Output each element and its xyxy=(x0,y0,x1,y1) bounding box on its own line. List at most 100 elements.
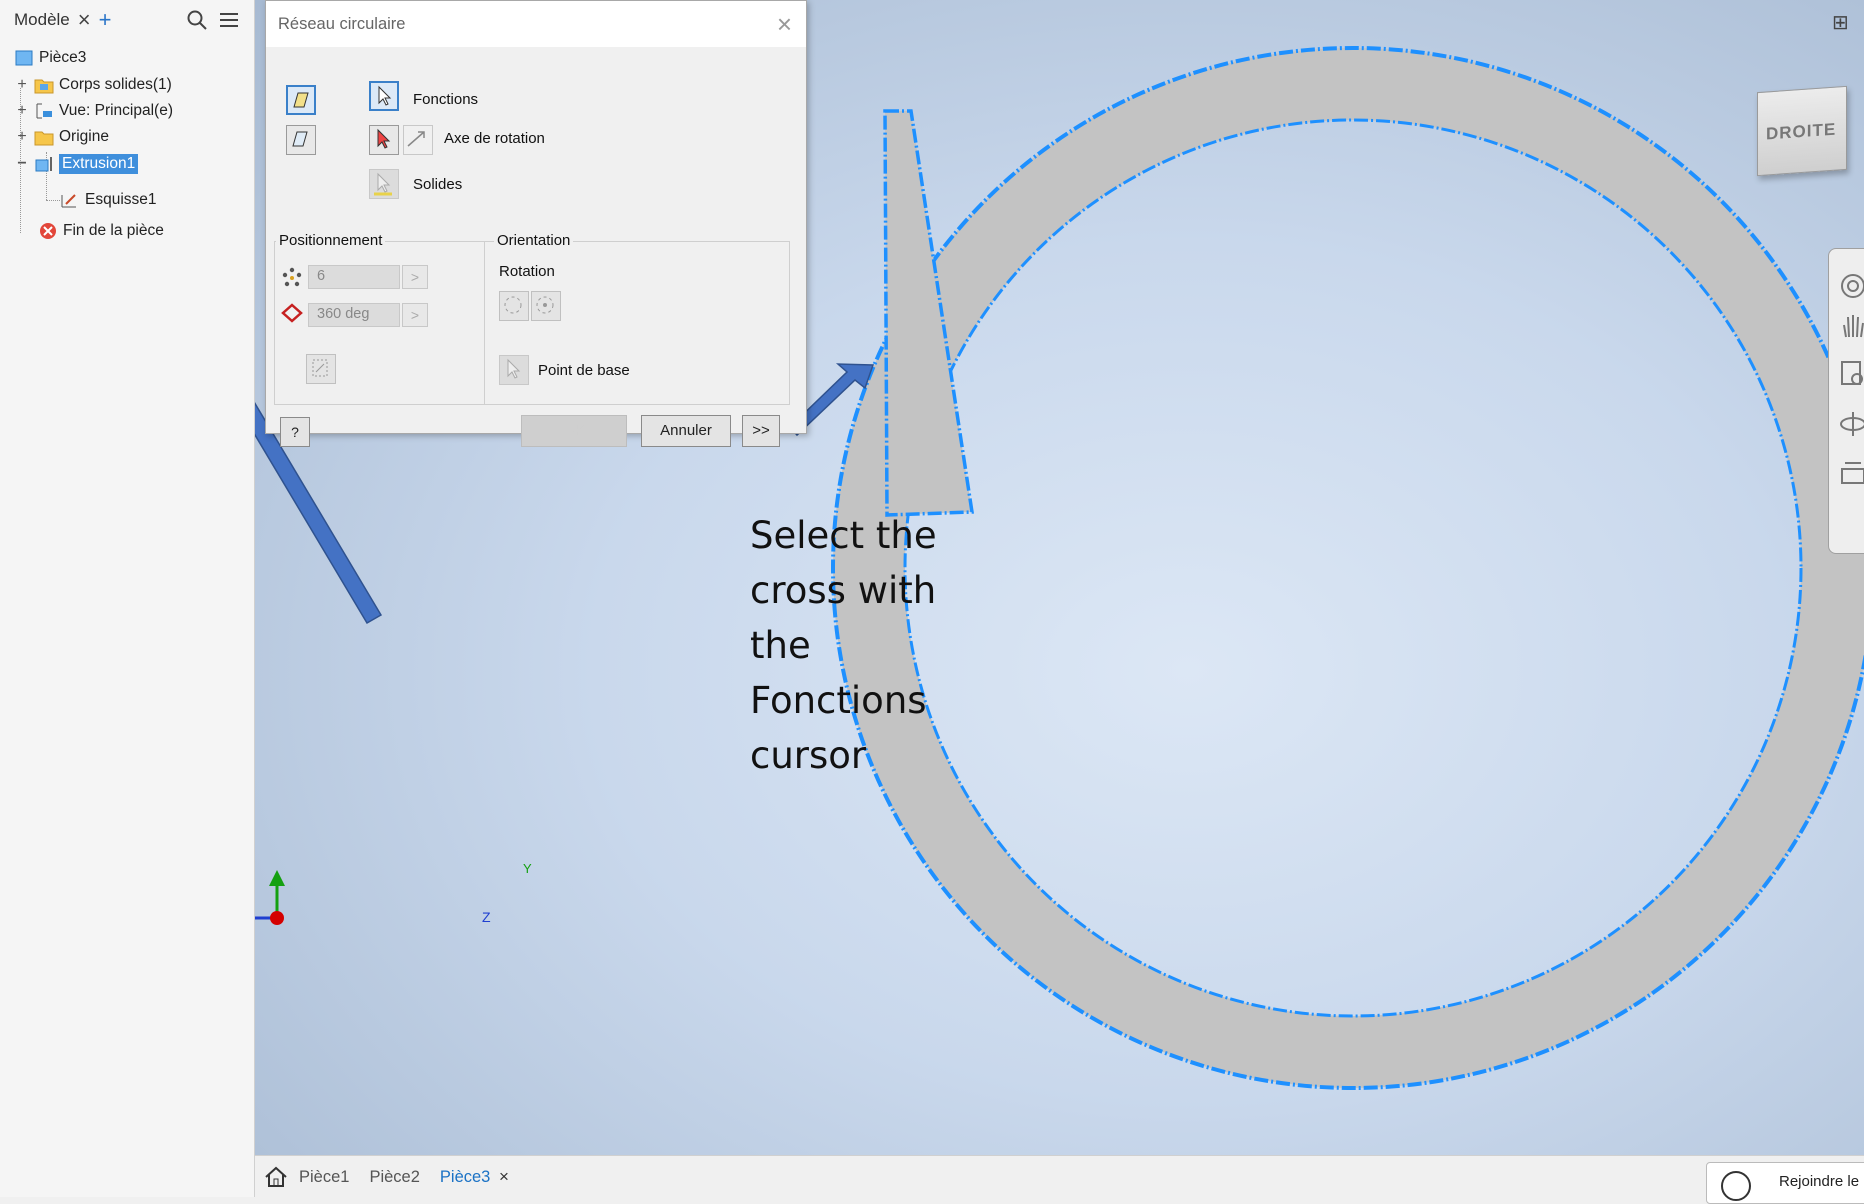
cursor-icon xyxy=(378,85,392,106)
flip-axis-button[interactable] xyxy=(403,125,433,155)
annotation-line: cursor xyxy=(750,734,867,777)
document-tab-label: Pièce3 xyxy=(439,1168,491,1186)
dialog-titlebar[interactable]: Réseau circulaire × xyxy=(266,1,806,47)
ring-inner-edge xyxy=(903,118,1803,1018)
dialog-title: Réseau circulaire xyxy=(278,14,406,33)
rotation-mode-button-2[interactable] xyxy=(531,291,561,321)
orbit-icon[interactable] xyxy=(1837,409,1864,439)
look-at-icon[interactable] xyxy=(1837,459,1864,489)
circular-pattern-dialog: Réseau circulaire × Fonctions Axe de rot… xyxy=(265,0,807,447)
pan-hand-icon[interactable] xyxy=(1837,311,1864,341)
occurrence-angle-icon xyxy=(281,303,303,323)
home-icon[interactable] xyxy=(261,1162,291,1192)
midplane-button[interactable] xyxy=(306,354,336,384)
view-rep-icon xyxy=(36,103,52,119)
sketch-icon xyxy=(61,194,76,208)
annotation-line: the xyxy=(750,624,811,667)
solids-label: Solides xyxy=(413,176,463,193)
rotational-icon xyxy=(504,296,522,314)
occurrence-count-field[interactable]: 6 xyxy=(308,265,400,289)
viewcube[interactable]: DROITE xyxy=(1757,85,1847,177)
tree-item-label: Esquisse1 xyxy=(85,191,157,208)
end-of-part-icon xyxy=(40,223,56,239)
flip-icon xyxy=(407,131,425,147)
orientation-group-title: Orientation xyxy=(494,232,574,249)
navigation-bar[interactable] xyxy=(1828,248,1864,554)
angle-arrow-button[interactable]: > xyxy=(402,303,428,327)
document-tab-piece2[interactable]: Pièce2 xyxy=(369,1168,419,1187)
tree-item-part[interactable]: Pièce3 xyxy=(14,45,86,71)
collapse-icon[interactable]: − xyxy=(14,155,30,173)
close-browser-tab-button[interactable]: × xyxy=(78,7,91,33)
tree-item-solid-bodies[interactable]: + Corps solides(1) xyxy=(14,72,172,98)
tree-item-end-of-part[interactable]: Fin de la pièce xyxy=(38,218,164,244)
more-options-button[interactable]: >> xyxy=(742,415,780,447)
tree-item-label: Origine xyxy=(59,128,109,145)
cursor-disabled-icon xyxy=(374,172,392,196)
rotation-axis-selector-button[interactable] xyxy=(369,125,399,155)
model-browser: Modèle × + Pièce3 + Corps solides(1) + V… xyxy=(0,0,255,1197)
tree-item-origin[interactable]: + Origine xyxy=(14,124,109,150)
window-layout-icon[interactable]: ⊞ xyxy=(1832,10,1849,35)
placement-group-title: Positionnement xyxy=(276,232,386,249)
ok-button[interactable]: OK xyxy=(521,415,627,447)
document-tab-piece3[interactable]: Pièce3 × xyxy=(440,1167,509,1187)
notification-card[interactable]: Rejoindre le xyxy=(1706,1162,1864,1204)
tree-item-extrusion[interactable]: − Extrusion1 xyxy=(14,151,139,177)
hamburger-menu-icon[interactable] xyxy=(218,9,240,31)
base-point-selector-button[interactable] xyxy=(499,355,529,385)
folder-icon xyxy=(34,131,54,146)
group-divider xyxy=(484,241,485,405)
add-browser-button[interactable]: + xyxy=(99,7,112,33)
tree-item-view[interactable]: + Vue: Principal(e) xyxy=(14,98,173,124)
occurrence-count-icon xyxy=(282,267,302,287)
rotation-label: Rotation xyxy=(499,263,555,280)
rotation-mode-button-1[interactable] xyxy=(499,291,529,321)
features-selector-button[interactable] xyxy=(369,81,399,111)
cursor-disabled-icon xyxy=(507,358,521,379)
occurrence-angle-field[interactable]: 360 deg xyxy=(308,303,400,327)
tree-item-sketch[interactable]: Esquisse1 xyxy=(60,187,157,213)
annotation-line: Fonctions xyxy=(750,679,927,722)
solid-pattern-icon xyxy=(292,131,308,147)
expand-icon[interactable]: + xyxy=(14,128,30,146)
expand-icon[interactable]: + xyxy=(14,102,30,120)
notification-text: Rejoindre le xyxy=(1779,1173,1860,1190)
search-icon[interactable] xyxy=(186,9,208,31)
axis-triad xyxy=(255,870,285,925)
tree-item-label: Vue: Principal(e) xyxy=(59,102,174,119)
document-tab-bar: Pièce1 Pièce2 Pièce3 × xyxy=(255,1155,1864,1198)
cancel-button[interactable]: Annuler xyxy=(641,415,731,447)
tree-item-label: Extrusion1 xyxy=(59,154,139,174)
browser-header: Modèle × + xyxy=(0,0,254,40)
help-button[interactable]: ? xyxy=(280,417,310,447)
midplane-icon xyxy=(312,359,328,377)
tree-item-label: Fin de la pièce xyxy=(63,222,164,239)
base-point-label: Point de base xyxy=(538,362,630,379)
fixed-icon xyxy=(536,296,554,314)
close-tab-icon[interactable]: × xyxy=(499,1167,509,1186)
steering-wheel-icon[interactable] xyxy=(1837,271,1864,301)
annotation-line: cross with xyxy=(750,569,937,612)
tutorial-annotation: Select the cross with the Fonctions curs… xyxy=(750,508,990,783)
close-icon[interactable]: × xyxy=(777,9,792,40)
document-tab-piece1[interactable]: Pièce1 xyxy=(299,1168,349,1187)
part-icon xyxy=(15,50,33,66)
features-label: Fonctions xyxy=(413,91,479,108)
annotation-line: Select the xyxy=(750,514,937,557)
rotation-axis-label: Axe de rotation xyxy=(444,130,545,147)
browser-tab-title[interactable]: Modèle xyxy=(14,10,70,30)
solids-selector-button[interactable] xyxy=(369,169,399,199)
axis-z-label: Z xyxy=(482,909,491,925)
expand-icon[interactable]: + xyxy=(14,76,30,94)
count-arrow-button[interactable]: > xyxy=(402,265,428,289)
pattern-features-mode-button[interactable] xyxy=(286,85,316,115)
tree-item-label: Corps solides(1) xyxy=(59,76,172,93)
viewcube-face-label: DROITE xyxy=(1766,119,1837,144)
pattern-solids-mode-button[interactable] xyxy=(286,125,316,155)
folder-icon xyxy=(34,79,54,94)
tree-item-label: Pièce3 xyxy=(39,49,87,66)
zoom-icon[interactable] xyxy=(1837,359,1864,389)
axis-y-label: Y xyxy=(523,861,532,876)
extrusion-icon xyxy=(35,157,52,172)
